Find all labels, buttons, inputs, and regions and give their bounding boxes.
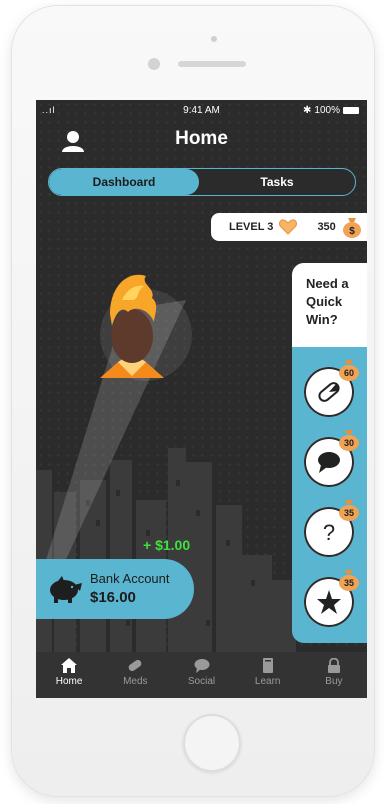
pill-icon [318,382,340,402]
nav-meds-label: Meds [123,676,148,687]
reward-badge: 60 [338,359,360,381]
chat-icon [194,659,209,673]
app-screen: ..ıl 9:41 AM ✱ 100% Home Dashboard Tasks… [36,100,367,698]
bank-balance: $16.00 [90,589,136,606]
status-bar: ..ıl 9:41 AM ✱ 100% [36,100,367,122]
battery-icon [343,107,359,114]
earned-amount: + $1.00 [143,537,191,553]
earpiece-speaker [178,61,246,67]
level-label: LEVEL 3 [229,221,274,233]
chat-icon [318,452,340,473]
quick-win-title-3: Win? [306,312,338,327]
nav-social-label: Social [187,676,216,687]
money-bag-icon: $ [342,218,361,238]
home-button[interactable] [183,714,241,772]
nav-home-label: Home [55,676,83,687]
home-icon [61,658,78,673]
star-icon [317,590,341,614]
nav-buy-label: Buy [325,676,343,687]
book-icon [262,658,273,673]
quick-win-title-1: Need a [306,276,349,291]
quick-win-header: Need a Quick Win? [292,263,367,347]
coin-count: 350 [317,221,336,233]
tab-dashboard[interactable]: Dashboard [49,169,199,195]
svg-text:?: ? [323,520,335,545]
nav-learn[interactable]: Learn [235,652,301,698]
question-icon: ? [323,520,335,545]
bottom-nav: Home Meds Social Learn Buy [36,652,367,698]
nav-meds[interactable]: Meds [102,652,168,698]
page-title: Home [175,128,228,149]
pill-icon [128,659,142,672]
reward-badge: 30 [338,429,360,451]
level-bar: LEVEL 3 350 $ [211,213,367,241]
heart-icon [279,219,298,235]
nav-social[interactable]: Social [168,652,234,698]
tab-tasks[interactable]: Tasks [199,169,355,195]
quick-win-title-2: Quick [306,294,343,309]
nav-learn-label: Learn [254,676,281,687]
bluetooth-icon: ✱ [303,105,312,116]
piggy-bank-icon [50,576,82,603]
segmented-tabs: Dashboard Tasks [48,168,356,196]
bank-account-label: Bank Account [90,571,170,586]
bank-account-card[interactable]: Bank Account $16.00 [36,559,194,619]
nav-home[interactable]: Home [36,652,102,698]
front-camera [211,36,217,42]
quick-win-panel: Need a Quick Win? 60 30 ? 35 35 [292,263,367,643]
battery-status: ✱ 100% [303,105,359,116]
svg-text:$: $ [349,226,355,237]
reward-badge: 35 [338,499,360,521]
lock-icon [327,658,340,673]
camera-lens [148,58,160,70]
nav-buy[interactable]: Buy [301,652,367,698]
reward-badge: 35 [338,569,360,591]
